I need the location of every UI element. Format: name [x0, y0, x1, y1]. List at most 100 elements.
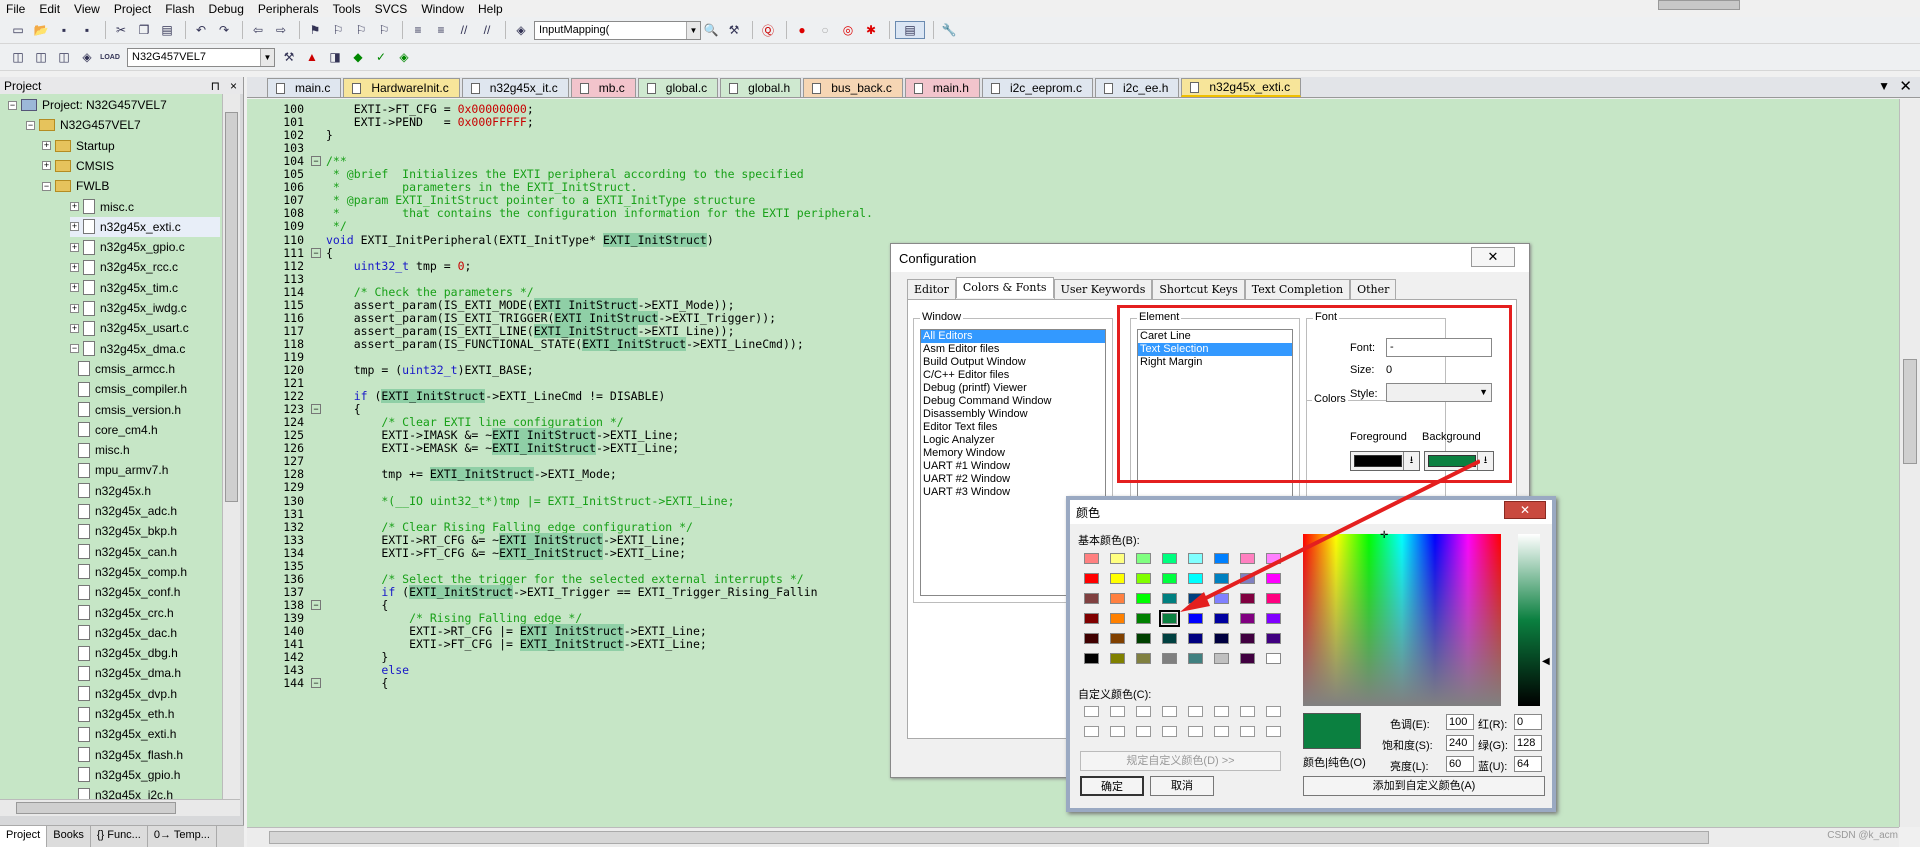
scrollbar-thumb[interactable] — [225, 112, 238, 502]
window-list-item[interactable]: Build Output Window — [921, 356, 1105, 369]
find-target-icon[interactable]: ◈ — [511, 21, 531, 39]
expand-toggle-icon[interactable]: + — [70, 283, 79, 293]
translate-icon[interactable]: ◫ — [8, 48, 28, 66]
disable-breakpoint-icon[interactable]: ○ — [815, 21, 835, 39]
chevron-down-icon[interactable]: ▼ — [260, 48, 274, 66]
basic-color-swatch[interactable] — [1214, 593, 1229, 604]
config-wrench-icon[interactable]: 🔧 — [939, 21, 959, 39]
menu-item-peripherals[interactable]: Peripherals — [258, 2, 319, 16]
tree-item[interactable]: + n32g45x_iwdg.c — [70, 298, 187, 318]
basic-color-swatch[interactable] — [1266, 593, 1281, 604]
basic-color-swatch[interactable] — [1214, 653, 1229, 664]
basic-color-swatch[interactable] — [1188, 593, 1203, 604]
tree-item[interactable]: + n32g45x_usart.c — [70, 318, 189, 338]
blue-field[interactable]: 64 — [1514, 756, 1542, 772]
green-field[interactable]: 128 — [1514, 735, 1542, 751]
find-in-files-icon[interactable]: 🔍 — [701, 21, 721, 39]
new-file-icon[interactable]: ▭ — [8, 21, 28, 39]
basic-color-swatch[interactable] — [1084, 593, 1099, 604]
basic-color-swatch[interactable] — [1136, 573, 1151, 584]
custom-color-swatch[interactable] — [1240, 706, 1255, 717]
clear-bookmarks-icon[interactable]: ⚐ — [374, 21, 394, 39]
tree-item[interactable]: n32g45x_dbg.h — [78, 643, 178, 663]
fold-toggle-icon[interactable]: − — [311, 678, 321, 689]
cut-icon[interactable]: ✂ — [111, 21, 131, 39]
manage-rte-icon[interactable]: ◈ — [394, 48, 414, 66]
basic-color-swatch[interactable] — [1266, 633, 1281, 644]
tree-item[interactable]: n32g45x_flash.h — [78, 745, 183, 765]
expand-toggle-icon[interactable]: + — [42, 161, 51, 171]
red-field[interactable]: 0 — [1514, 714, 1542, 730]
nav-forward-icon[interactable]: ⇨ — [271, 21, 291, 39]
basic-color-swatch[interactable] — [1110, 613, 1125, 624]
basic-color-swatch[interactable] — [1110, 593, 1125, 604]
tree-item[interactable]: n32g45x_can.h — [78, 542, 177, 562]
config-tab-2[interactable]: User Keywords — [1053, 279, 1153, 300]
basic-color-swatch[interactable] — [1240, 613, 1255, 624]
expand-toggle-icon[interactable]: + — [70, 242, 79, 252]
expand-toggle-icon[interactable]: − — [42, 181, 51, 191]
editor-tab[interactable]: n32g45x_exti.c — [1181, 78, 1302, 97]
tree-horizontal-scrollbar[interactable] — [0, 799, 240, 816]
editor-tab[interactable]: global.h — [720, 78, 802, 97]
target-combo[interactable]: N32G457VEL7 ▼ — [127, 47, 275, 67]
custom-color-swatch[interactable] — [1214, 726, 1229, 737]
menu-item-edit[interactable]: Edit — [39, 2, 60, 16]
tree-item[interactable]: cmsis_compiler.h — [78, 379, 187, 399]
custom-color-swatch[interactable] — [1188, 726, 1203, 737]
kill-breakpoints-icon[interactable]: ✱ — [861, 21, 881, 39]
tree-vertical-scrollbar[interactable] — [222, 94, 240, 799]
custom-color-swatch[interactable] — [1162, 726, 1177, 737]
editor-tab[interactable]: HardwareInit.c — [343, 78, 460, 97]
expand-toggle-icon[interactable]: − — [26, 120, 35, 130]
next-bookmark-icon[interactable]: ⚐ — [351, 21, 371, 39]
basic-color-swatch[interactable] — [1188, 573, 1203, 584]
custom-color-swatch[interactable] — [1110, 726, 1125, 737]
tree-item[interactable]: core_cm4.h — [78, 420, 158, 440]
editor-tab[interactable]: main.h — [904, 78, 980, 97]
expand-toggle-icon[interactable]: + — [70, 262, 79, 272]
redo-icon[interactable]: ↷ — [214, 21, 234, 39]
basic-color-swatch[interactable] — [1162, 633, 1177, 644]
window-list-item[interactable]: All Editors — [921, 330, 1105, 343]
menu-item-help[interactable]: Help — [478, 2, 503, 16]
basic-color-swatch[interactable] — [1084, 553, 1099, 564]
menu-item-view[interactable]: View — [74, 2, 100, 16]
tree-item[interactable]: n32g45x_bkp.h — [78, 521, 177, 541]
panel-tab-3[interactable]: 0→ Temp... — [148, 826, 217, 847]
basic-color-swatch[interactable] — [1084, 573, 1099, 584]
luminance-pointer-icon[interactable]: ◀ — [1542, 656, 1550, 667]
window-list-item[interactable]: Logic Analyzer — [921, 434, 1105, 447]
editor-horizontal-scrollbar[interactable] — [247, 827, 1899, 847]
window-list-item[interactable]: Editor Text files — [921, 421, 1105, 434]
basic-color-swatch[interactable] — [1084, 613, 1099, 624]
basic-color-swatch[interactable] — [1162, 553, 1177, 564]
tree-item[interactable]: misc.h — [78, 440, 130, 460]
tree-item[interactable]: − FWLB — [42, 176, 109, 196]
tree-item[interactable]: n32g45x_dma.h — [78, 663, 181, 683]
custom-color-swatch[interactable] — [1084, 726, 1099, 737]
basic-color-swatch[interactable] — [1110, 653, 1125, 664]
config-tab-3[interactable]: Shortcut Keys — [1152, 279, 1245, 300]
load-icon[interactable]: LOAD — [100, 48, 120, 66]
tab-list-icon[interactable]: ▼ — [1878, 79, 1890, 93]
cancel-button[interactable]: 取消 — [1150, 776, 1214, 796]
batch-build-icon[interactable]: ◈ — [77, 48, 97, 66]
basic-color-swatch[interactable] — [1240, 633, 1255, 644]
window-list-item[interactable]: UART #2 Window — [921, 473, 1105, 486]
menu-item-svcs[interactable]: SVCS — [375, 2, 408, 16]
hue-field[interactable]: 100 — [1446, 714, 1474, 730]
basic-color-swatch[interactable] — [1266, 553, 1281, 564]
copy-icon[interactable]: ❐ — [134, 21, 154, 39]
config-tab-1[interactable]: Colors & Fonts — [955, 277, 1054, 298]
fold-toggle-icon[interactable]: − — [311, 156, 321, 167]
basic-color-swatch[interactable] — [1214, 573, 1229, 584]
window-list-item[interactable]: Asm Editor files — [921, 343, 1105, 356]
basic-color-swatch[interactable] — [1110, 553, 1125, 564]
expand-toggle-icon[interactable]: + — [42, 141, 51, 151]
close-icon[interactable]: ✕ — [1471, 247, 1515, 267]
scrollbar-thumb[interactable] — [16, 802, 176, 814]
luminance-slider[interactable] — [1518, 534, 1540, 706]
basic-color-swatch[interactable] — [1110, 633, 1125, 644]
basic-color-swatch[interactable] — [1084, 633, 1099, 644]
